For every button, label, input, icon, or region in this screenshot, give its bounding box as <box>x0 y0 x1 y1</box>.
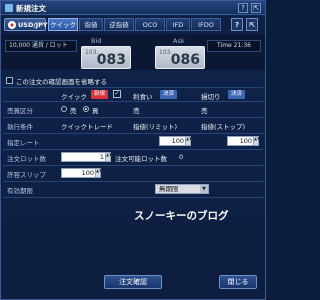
bid-label: Bid <box>91 37 102 45</box>
stop-settle-badge[interactable]: 決済 <box>228 90 246 99</box>
server-time: Time 21:36 <box>207 40 261 52</box>
popout-icon[interactable]: ⇱ <box>246 18 258 31</box>
column-quick-label: クイック <box>61 93 87 101</box>
tab-oco[interactable]: OCO <box>135 18 165 31</box>
tab-stop[interactable]: 逆指値 <box>104 18 134 31</box>
quick-condition-value: クイックトレード <box>61 123 113 131</box>
order-window: 新規注文 ? ⇱ USD/JPY クイック 指値 逆指値 OCO IFD IFD… <box>0 0 266 300</box>
available-lots-label: 注文可能ロット数 <box>115 155 167 163</box>
divider <box>3 87 263 88</box>
order-confirm-button[interactable]: 注文確認 <box>104 275 162 289</box>
blog-watermark: スノーキーのブログ <box>134 210 229 222</box>
close-button[interactable]: 閉じる <box>219 275 257 289</box>
divider <box>3 101 263 102</box>
ask-label: Ask <box>173 37 185 45</box>
quick-check-icon[interactable]: ✓ <box>113 90 121 98</box>
help-button[interactable]: ? <box>238 3 248 13</box>
divider <box>3 117 263 118</box>
stop-side-value: 売 <box>201 107 208 115</box>
stop-rate-spinner-icon[interactable]: ▲▼ <box>253 137 260 145</box>
limit-condition-value: 指値(リミット) <box>133 123 178 131</box>
sell-radio[interactable] <box>61 106 67 112</box>
stop-rate-value: 100 <box>239 137 252 145</box>
divider <box>3 165 263 166</box>
lots-value: 1 <box>99 153 104 161</box>
rate-row-label: 指定レート <box>7 139 40 147</box>
available-lots-value: 0 <box>179 153 184 161</box>
expiry-select[interactable]: 無期限 ▼ <box>155 184 209 194</box>
divider <box>3 149 263 150</box>
tab-quick[interactable]: クイック <box>48 18 78 31</box>
divider <box>3 197 263 198</box>
bid-rate-button[interactable]: 103. 083 <box>81 46 131 69</box>
limit-rate-value: 100 <box>171 137 184 145</box>
ask-rate-button[interactable]: 103. 086 <box>155 46 205 69</box>
expiry-row-label: 有効期限 <box>7 187 33 195</box>
popout-button[interactable]: ⇱ <box>251 3 261 13</box>
skip-confirm-row: この注文の確認画面を省略する <box>1 75 265 86</box>
skip-confirm-label: この注文の確認画面を省略する <box>16 78 107 86</box>
skip-confirm-checkbox[interactable] <box>6 77 13 84</box>
limit-rate-input[interactable]: 100 ▲▼ <box>159 136 192 146</box>
quote-panel: 10,000 通貨 / ロット Bid Ask 103. 083 103. 08… <box>1 34 265 70</box>
column-limit-label: 利食い <box>133 93 153 101</box>
stop-rate-input[interactable]: 100 ▲▼ <box>227 136 260 146</box>
window-icon <box>5 4 13 12</box>
time-value: 21:36 <box>233 42 251 49</box>
lots-spinner-icon[interactable]: ▲▼ <box>105 153 112 161</box>
currency-pair-label: USD/JPY <box>18 21 48 29</box>
sell-radio-label: 売 <box>70 107 77 115</box>
buy-radio[interactable] <box>83 106 89 112</box>
stop-condition-value: 指値(ストップ) <box>201 123 246 131</box>
tab-limit[interactable]: 指値 <box>79 18 103 31</box>
limit-rate-spinner-icon[interactable]: ▲▼ <box>185 137 192 145</box>
title-bar: 新規注文 ? ⇱ <box>1 1 265 15</box>
slippage-input[interactable]: 100 ▲▼ <box>61 168 102 178</box>
help-icon[interactable]: ? <box>231 18 243 31</box>
condition-row-label: 執行条件 <box>7 123 33 131</box>
side-row-label: 売買区分 <box>7 107 33 115</box>
divider <box>3 181 263 182</box>
new-order-badge: 新規 <box>91 90 109 99</box>
ask-rate-value: 086 <box>170 52 200 68</box>
buy-radio-label: 買 <box>92 107 99 115</box>
lots-input[interactable]: 1 ▲▼ <box>61 152 112 162</box>
order-type-tabs: USD/JPY クイック 指値 逆指値 OCO IFD IFDO ? ⇱ <box>1 16 265 33</box>
lot-size-label: 10,000 通貨 / ロット <box>5 40 77 52</box>
limit-side-value: 売 <box>133 107 140 115</box>
limit-settle-badge[interactable]: 決済 <box>160 90 178 99</box>
japan-flag-icon <box>8 21 16 29</box>
slippage-value: 100 <box>81 169 94 177</box>
bid-rate-value: 083 <box>96 52 126 68</box>
slippage-spinner-icon[interactable]: ▲▼ <box>95 169 102 177</box>
window-title: 新規注文 <box>16 4 46 13</box>
lots-row-label: 注文ロット数 <box>7 155 46 163</box>
column-stop-label: 損切り <box>201 93 221 101</box>
divider <box>3 133 263 134</box>
tab-ifd[interactable]: IFD <box>166 18 190 31</box>
tab-ifdo[interactable]: IFDO <box>191 18 221 31</box>
time-label: Time <box>217 42 232 49</box>
slippage-row-label: 許容スリップ <box>7 171 46 179</box>
chevron-down-icon[interactable]: ▼ <box>200 185 208 193</box>
expiry-value: 無期限 <box>159 185 179 193</box>
currency-pair-selector[interactable]: USD/JPY <box>4 18 48 31</box>
